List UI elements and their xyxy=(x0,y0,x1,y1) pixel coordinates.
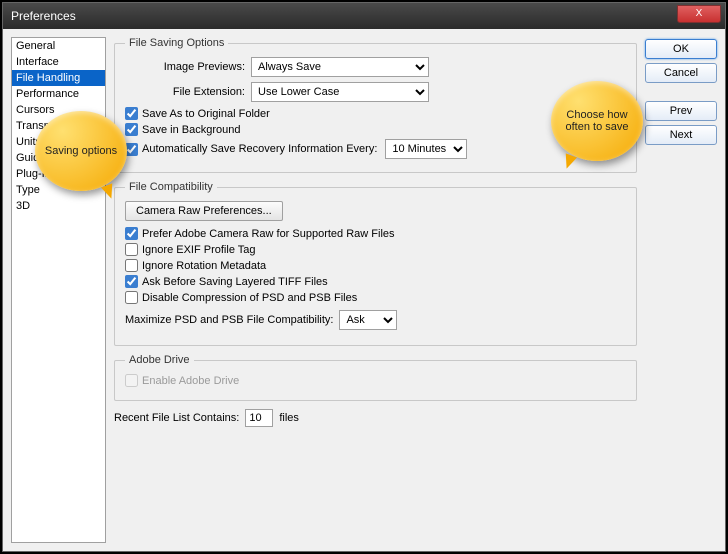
file-extension-select[interactable]: Use Lower Case xyxy=(251,82,429,102)
preferences-window: Preferences X General Interface File Han… xyxy=(2,2,726,552)
save-background-checkbox[interactable] xyxy=(125,123,138,136)
sidebar-item-label: Performance xyxy=(16,88,79,100)
file-extension-label: File Extension: xyxy=(125,86,245,98)
ignore-exif-row: Ignore EXIF Profile Tag xyxy=(125,243,626,256)
cancel-button[interactable]: Cancel xyxy=(645,63,717,83)
file-compat-legend: File Compatibility xyxy=(125,181,217,193)
sidebar-item-performance[interactable]: Performance xyxy=(12,86,105,102)
maximize-select[interactable]: Ask xyxy=(339,310,397,330)
adobe-drive-group: Adobe Drive Enable Adobe Drive xyxy=(114,354,637,401)
enable-drive-label: Enable Adobe Drive xyxy=(142,375,239,387)
maximize-label: Maximize PSD and PSB File Compatibility: xyxy=(125,314,333,326)
image-previews-label: Image Previews: xyxy=(125,61,245,73)
maximize-row: Maximize PSD and PSB File Compatibility:… xyxy=(125,310,626,330)
sidebar-item-label: 3D xyxy=(16,200,30,212)
prefer-acr-row: Prefer Adobe Camera Raw for Supported Ra… xyxy=(125,227,626,240)
recent-files-label-post: files xyxy=(279,412,299,424)
dialog-buttons: OK Cancel Prev Next xyxy=(645,37,717,543)
file-saving-legend: File Saving Options xyxy=(125,37,228,49)
next-label: Next xyxy=(670,129,693,141)
ok-label: OK xyxy=(673,43,689,55)
ignore-exif-label: Ignore EXIF Profile Tag xyxy=(142,244,256,256)
auto-recovery-interval-select[interactable]: 10 Minutes xyxy=(385,139,467,159)
callout-text: Choose how often to save xyxy=(559,109,635,133)
sidebar-item-general[interactable]: General xyxy=(12,38,105,54)
image-previews-row: Image Previews: Always Save xyxy=(125,57,626,77)
save-original-checkbox[interactable] xyxy=(125,107,138,120)
adobe-drive-legend: Adobe Drive xyxy=(125,354,194,366)
auto-recovery-label: Automatically Save Recovery Information … xyxy=(142,143,377,155)
camera-raw-prefs-button[interactable]: Camera Raw Preferences... xyxy=(125,201,283,221)
sidebar-item-label: Cursors xyxy=(16,104,55,116)
ask-tiff-label: Ask Before Saving Layered TIFF Files xyxy=(142,276,328,288)
save-original-label: Save As to Original Folder xyxy=(142,108,270,120)
prefer-acr-checkbox[interactable] xyxy=(125,227,138,240)
recent-files-row: Recent File List Contains: files xyxy=(114,409,637,427)
sidebar-item-interface[interactable]: Interface xyxy=(12,54,105,70)
ok-button[interactable]: OK xyxy=(645,39,717,59)
file-extension-row: File Extension: Use Lower Case xyxy=(125,82,626,102)
sidebar-item-3d[interactable]: 3D xyxy=(12,198,105,214)
sidebar-item-file-handling[interactable]: File Handling xyxy=(12,70,105,86)
titlebar[interactable]: Preferences X xyxy=(3,3,725,29)
ask-tiff-row: Ask Before Saving Layered TIFF Files xyxy=(125,275,626,288)
ask-tiff-checkbox[interactable] xyxy=(125,275,138,288)
next-button[interactable]: Next xyxy=(645,125,717,145)
auto-recovery-row: Automatically Save Recovery Information … xyxy=(125,139,626,159)
ignore-rotation-row: Ignore Rotation Metadata xyxy=(125,259,626,272)
prev-button[interactable]: Prev xyxy=(645,101,717,121)
callout-text: Saving options xyxy=(45,145,117,157)
ignore-rotation-checkbox[interactable] xyxy=(125,259,138,272)
recent-files-input[interactable] xyxy=(245,409,273,427)
close-button[interactable]: X xyxy=(677,5,721,23)
enable-drive-row: Enable Adobe Drive xyxy=(125,374,626,387)
save-background-label: Save in Background xyxy=(142,124,240,136)
cancel-label: Cancel xyxy=(664,67,698,79)
prev-label: Prev xyxy=(670,105,693,117)
disable-psd-label: Disable Compression of PSD and PSB Files xyxy=(142,292,357,304)
close-icon: X xyxy=(696,8,703,19)
image-previews-select[interactable]: Always Save xyxy=(251,57,429,77)
window-title: Preferences xyxy=(11,9,76,23)
sidebar-item-label: Interface xyxy=(16,56,59,68)
disable-psd-row: Disable Compression of PSD and PSB Files xyxy=(125,291,626,304)
file-compatibility-group: File Compatibility Camera Raw Preference… xyxy=(114,181,637,346)
enable-drive-checkbox xyxy=(125,374,138,387)
callout-saving-options: Saving options xyxy=(35,111,127,191)
ignore-exif-checkbox[interactable] xyxy=(125,243,138,256)
sidebar-item-label: General xyxy=(16,40,55,52)
recent-files-label-pre: Recent File List Contains: xyxy=(114,412,239,424)
camera-raw-prefs-label: Camera Raw Preferences... xyxy=(136,205,272,217)
prefer-acr-label: Prefer Adobe Camera Raw for Supported Ra… xyxy=(142,228,395,240)
sidebar-item-label: File Handling xyxy=(16,72,80,84)
disable-psd-checkbox[interactable] xyxy=(125,291,138,304)
sidebar-item-label: Type xyxy=(16,184,40,196)
ignore-rotation-label: Ignore Rotation Metadata xyxy=(142,260,266,272)
callout-choose-frequency: Choose how often to save xyxy=(551,81,643,161)
